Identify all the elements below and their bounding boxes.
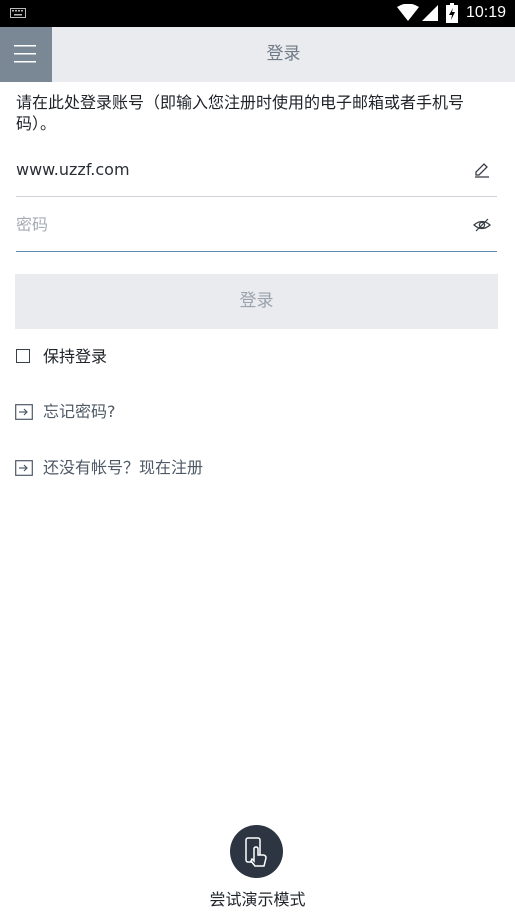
password-underline: [16, 251, 497, 252]
phone-tap-icon: [245, 837, 267, 867]
app-bar: 登录: [0, 27, 515, 82]
keep-login-label[interactable]: 保持登录: [43, 346, 107, 368]
status-bar: 10:19: [0, 0, 515, 27]
username-field[interactable]: www.uzzf.com: [16, 143, 497, 197]
login-button[interactable]: 登录: [15, 274, 498, 329]
demo-mode-button[interactable]: [230, 825, 283, 878]
enter-arrow-icon: [15, 404, 33, 420]
username-underline: [16, 196, 497, 197]
enter-arrow-icon: [15, 460, 33, 476]
register-label[interactable]: 还没有帐号？现在注册: [43, 457, 203, 479]
password-input[interactable]: 密码: [16, 198, 48, 252]
keep-login-checkbox[interactable]: [16, 349, 30, 363]
keyboard-icon: [10, 8, 26, 18]
status-time: 10:19: [466, 4, 507, 21]
username-input[interactable]: www.uzzf.com: [16, 143, 130, 197]
demo-mode-label[interactable]: 尝试演示模式: [0, 889, 515, 911]
signal-icon: [422, 5, 438, 21]
battery-icon: [446, 3, 458, 23]
forgot-password-label[interactable]: 忘记密码?: [43, 401, 116, 423]
page-title: 登录: [266, 44, 301, 64]
password-field[interactable]: 密码: [16, 198, 497, 252]
edit-pencil-icon[interactable]: [473, 161, 491, 179]
eye-icon[interactable]: [473, 216, 491, 234]
hamburger-menu-icon: [14, 45, 36, 63]
wifi-icon: [397, 4, 419, 21]
menu-button[interactable]: [0, 27, 52, 82]
login-instruction: 请在此处登录账号（即输入您注册时使用的电子邮箱或者手机号码）。: [16, 93, 465, 133]
